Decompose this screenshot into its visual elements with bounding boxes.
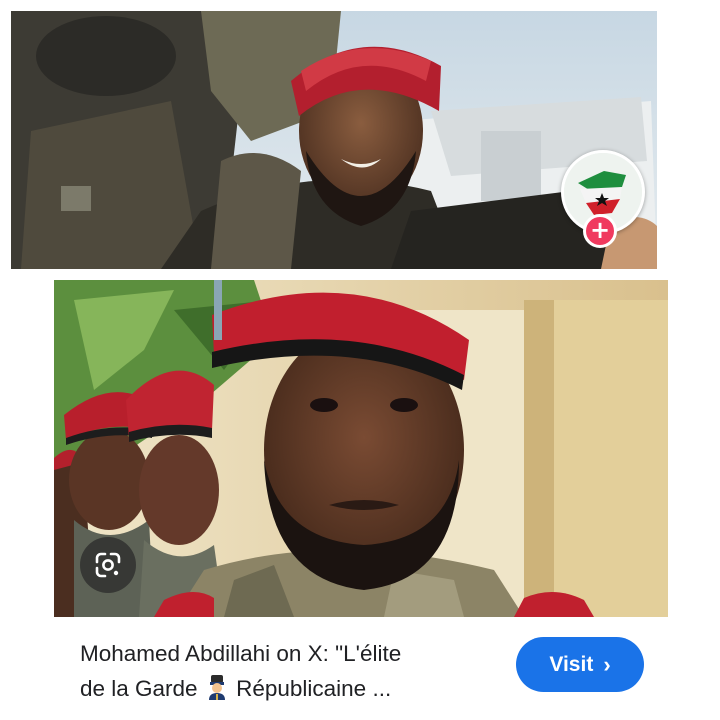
guardsman-emoji (208, 675, 225, 700)
result-title[interactable]: Mohamed Abdillahi on X: "L'élite de la G… (80, 636, 490, 706)
republican-guard-soldiers-image (54, 280, 668, 617)
result-title-line2-end: Républicaine ... (236, 676, 392, 701)
bottom-photo[interactable] (54, 280, 668, 617)
visit-button-label: Visit (549, 652, 594, 676)
result-title-line2: de la Garde Républicaine ... (80, 671, 490, 706)
top-photo[interactable] (11, 11, 657, 269)
result-title-line2-start: de la Garde (80, 676, 198, 701)
chevron-right-icon: › (603, 651, 611, 677)
google-lens-button[interactable] (80, 537, 136, 593)
result-title-line1: Mohamed Abdillahi on X: "L'élite (80, 641, 402, 666)
add-plus-button[interactable]: + (583, 214, 617, 248)
visit-button[interactable]: Visit › (516, 637, 644, 692)
lens-icon (95, 552, 121, 578)
soldier-red-headband-image (11, 11, 657, 269)
